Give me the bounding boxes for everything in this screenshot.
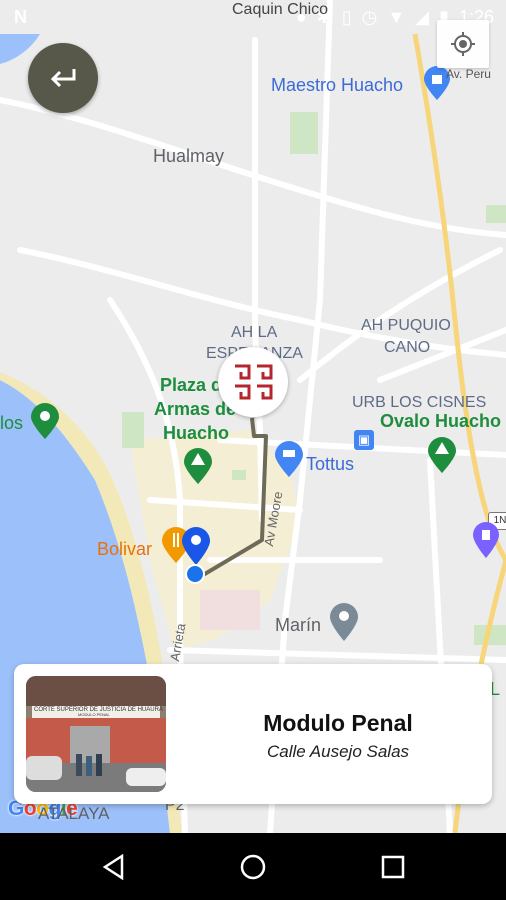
signal-icon: ◢	[415, 6, 430, 27]
place-subtitle: Calle Ausejo Salas	[266, 742, 410, 761]
label-hualmay: Hualmay	[153, 146, 225, 166]
carrier-icon: N	[14, 7, 27, 27]
vibrate-icon: ▯	[341, 6, 352, 27]
status-bar: N Caquin Chico ● ✱ ▯ ◷ ▼ ◢ ▮ 1:26	[0, 0, 506, 34]
current-location-dot	[185, 564, 205, 584]
shopping-cart-pin-icon[interactable]	[275, 441, 303, 482]
place-title: Modulo Penal	[263, 710, 413, 736]
navigation-bar	[0, 833, 506, 900]
place-marker[interactable]	[218, 347, 288, 417]
bus-station-icon[interactable]: ▣	[354, 430, 374, 450]
label-bolivar[interactable]: Bolivar	[97, 540, 152, 558]
photo-sign-subtext: MODULO PENAL	[78, 712, 110, 717]
park-pin-icon[interactable]	[31, 403, 59, 444]
network-label: Caquin Chico	[232, 1, 329, 18]
triangle-back-icon	[102, 854, 124, 880]
map-view[interactable]: N Caquin Chico ● ✱ ▯ ◷ ▼ ◢ ▮ 1:26 Maestr…	[0, 0, 506, 833]
circle-home-icon	[240, 854, 266, 880]
square-recents-icon	[381, 855, 405, 879]
label-atalaya: ATALAYA	[38, 804, 110, 823]
label-plaza-2[interactable]: Armas de	[154, 400, 236, 418]
tree-pin-icon[interactable]	[428, 437, 456, 478]
label-urb-los-cisnes: URB LOS CISNES	[352, 394, 487, 411]
tree-pin-icon[interactable]	[184, 448, 212, 489]
place-photo: CORTE SUPERIOR DE JUSTICIA DE HUAURA MOD…	[26, 676, 166, 792]
label-maestro-huacho[interactable]: Maestro Huacho	[271, 76, 403, 94]
label-av-peru: Av. Peru	[446, 67, 491, 81]
return-arrow-icon	[50, 69, 76, 88]
crosshair-icon	[451, 32, 475, 56]
label-ah-la-esperanza-1: AH LA	[231, 324, 278, 341]
label-ah-puquio-1: AH PUQUIO	[361, 317, 451, 334]
label-marin: Marín	[275, 615, 322, 635]
label-plaza-3[interactable]: Huacho	[163, 424, 229, 442]
back-button[interactable]	[28, 43, 98, 113]
place-pin-icon[interactable]	[330, 603, 358, 646]
my-location-button[interactable]	[437, 20, 489, 68]
nav-recents-button[interactable]	[371, 845, 415, 889]
nav-back-button[interactable]	[92, 845, 136, 889]
court-logo-icon	[235, 364, 273, 400]
alarm-icon: ◷	[361, 6, 378, 27]
label-ah-puquio-2: CANO	[384, 339, 431, 356]
wifi-icon: ▼	[387, 6, 406, 27]
label-los: los	[0, 413, 24, 433]
label-tottus[interactable]: Tottus	[306, 455, 354, 473]
label-ovalo-huacho[interactable]: Ovalo Huacho	[380, 412, 501, 430]
nav-home-button[interactable]	[231, 845, 275, 889]
gas-station-pin-icon[interactable]	[473, 522, 499, 563]
place-card[interactable]: CORTE SUPERIOR DE JUSTICIA DE HUAURA MOD…	[14, 664, 492, 804]
